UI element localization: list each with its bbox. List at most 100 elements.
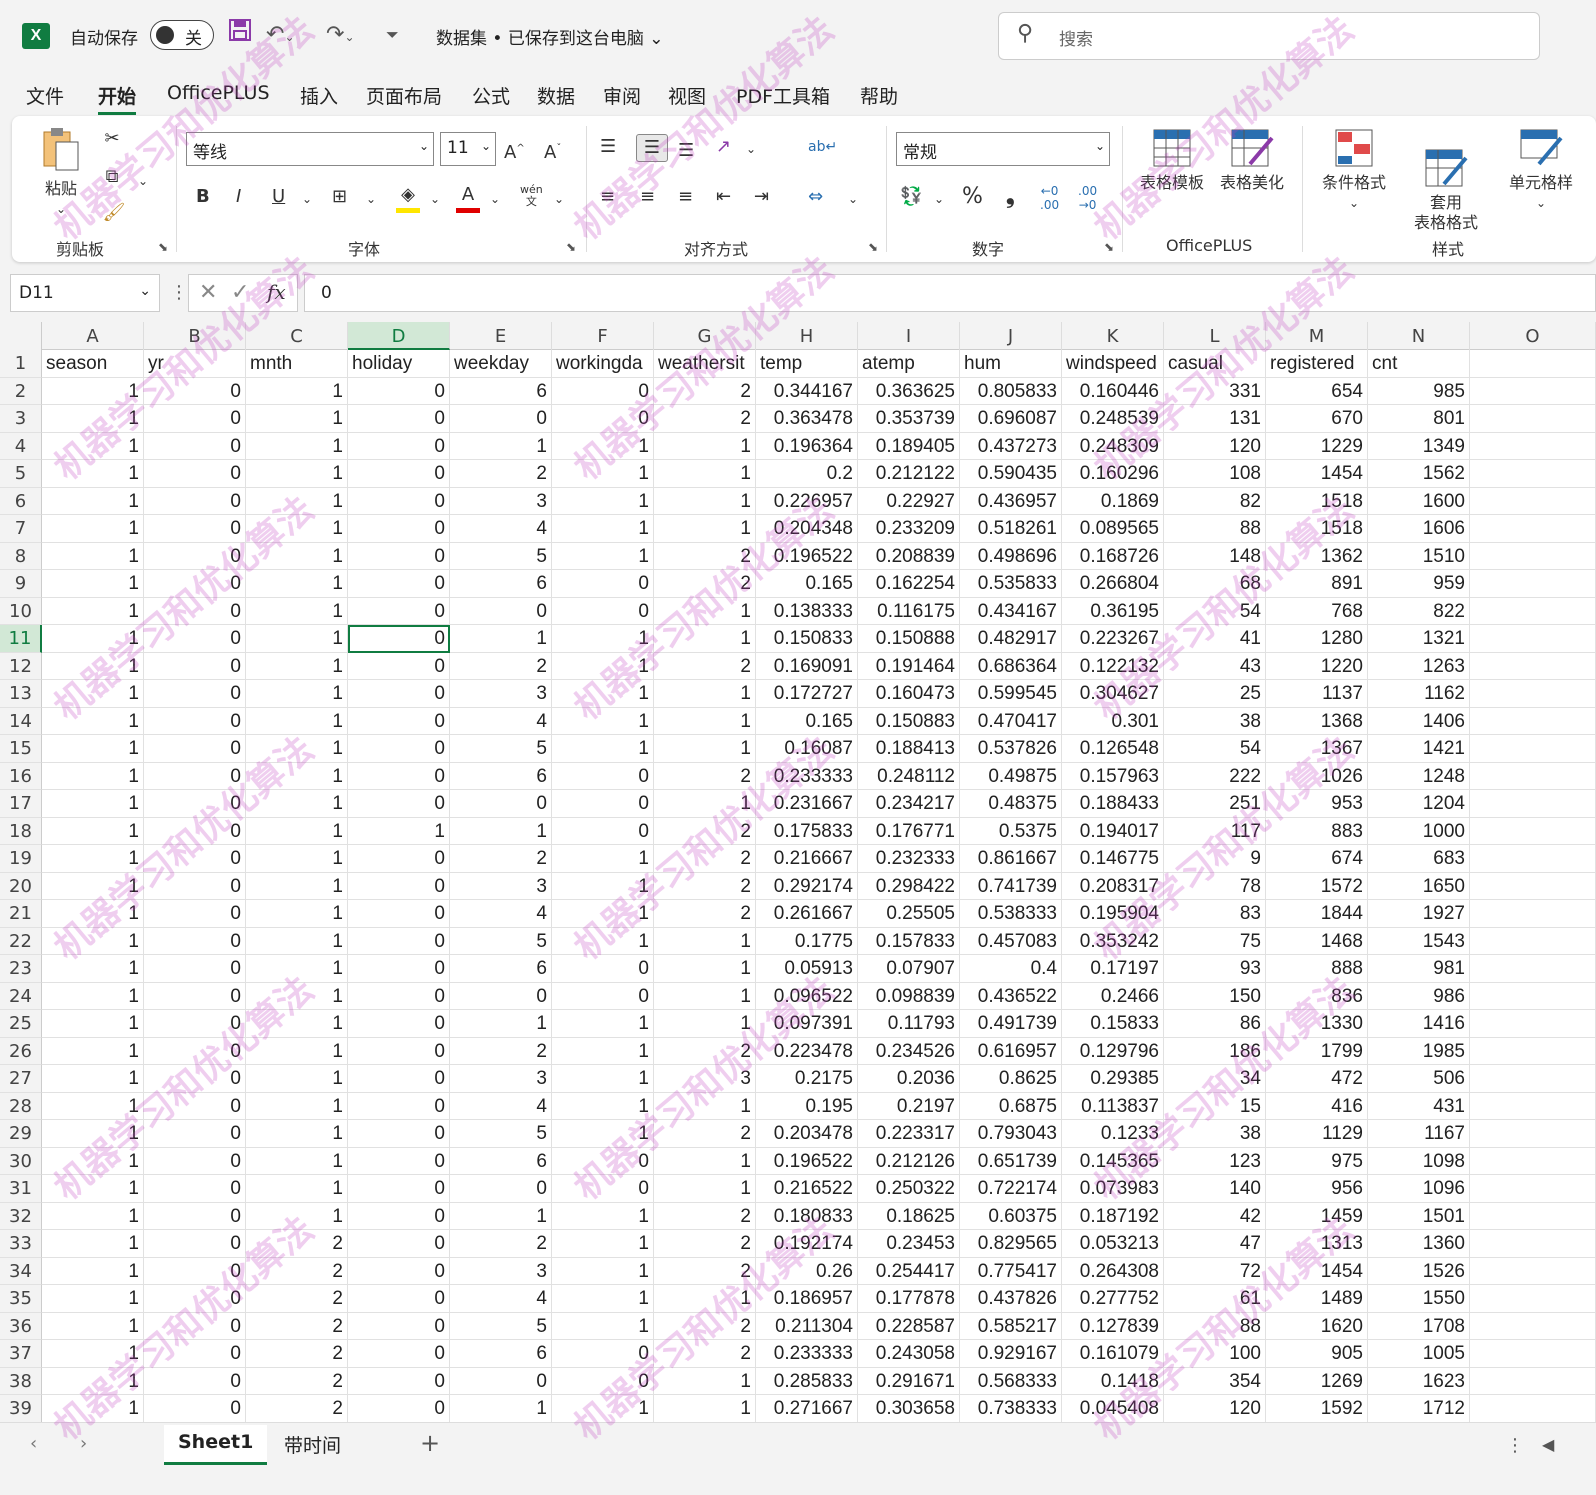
sheet-tab-sheet1[interactable]: Sheet1 — [164, 1425, 268, 1465]
cell-c33[interactable]: 2 — [246, 1230, 348, 1258]
cell-c30[interactable]: 1 — [246, 1147, 348, 1175]
cell-j1[interactable]: hum — [960, 350, 1062, 378]
row-header[interactable]: 6 — [0, 487, 42, 515]
tab-insert[interactable]: 插入 — [300, 82, 338, 109]
decrease-indent-icon[interactable]: ⇤ — [716, 184, 731, 210]
cell-h20[interactable]: 0.292174 — [756, 872, 858, 900]
cell-j19[interactable]: 0.861667 — [960, 845, 1062, 873]
row-header[interactable]: 20 — [0, 872, 42, 900]
cell-i36[interactable]: 0.228587 — [858, 1312, 960, 1340]
cell-e36[interactable]: 5 — [450, 1312, 552, 1340]
cell-a22[interactable]: 1 — [42, 927, 144, 955]
font-launcher-icon[interactable]: ⬊ — [566, 240, 576, 254]
enter-icon[interactable]: ✓ — [231, 280, 249, 305]
cell-h25[interactable]: 0.097391 — [756, 1010, 858, 1038]
cell-d19[interactable]: 0 — [348, 845, 450, 873]
row-header[interactable]: 10 — [0, 597, 42, 625]
cell-f16[interactable]: 0 — [552, 762, 654, 790]
cell-i9[interactable]: 0.162254 — [858, 570, 960, 598]
cell-g19[interactable]: 2 — [654, 845, 756, 873]
column-header-k[interactable]: K — [1062, 322, 1164, 350]
cell-a11[interactable]: 1 — [42, 625, 144, 653]
cell-f38[interactable]: 0 — [552, 1367, 654, 1395]
cell-k12[interactable]: 0.122132 — [1062, 652, 1164, 680]
cell-i16[interactable]: 0.248112 — [858, 762, 960, 790]
format-as-table-button[interactable]: 套用 表格格式 — [1398, 128, 1494, 253]
cell-j3[interactable]: 0.696087 — [960, 405, 1062, 433]
row-header[interactable]: 9 — [0, 570, 42, 598]
row-header[interactable]: 38 — [0, 1367, 42, 1395]
cell-k25[interactable]: 0.15833 — [1062, 1010, 1164, 1038]
cell-d10[interactable]: 0 — [348, 597, 450, 625]
cell-d1[interactable]: holiday — [348, 350, 450, 378]
cell-h18[interactable]: 0.175833 — [756, 817, 858, 845]
cell-i25[interactable]: 0.11793 — [858, 1010, 960, 1038]
cell-n19[interactable]: 683 — [1368, 845, 1470, 873]
cell-l18[interactable]: 117 — [1164, 817, 1266, 845]
cell-j25[interactable]: 0.491739 — [960, 1010, 1062, 1038]
cell-f37[interactable]: 0 — [552, 1340, 654, 1368]
cell-i35[interactable]: 0.177878 — [858, 1285, 960, 1313]
cell-m3[interactable]: 670 — [1266, 405, 1368, 433]
cell-o10[interactable] — [1470, 597, 1596, 625]
tab-home[interactable]: 开始 — [98, 82, 137, 115]
cell-c19[interactable]: 1 — [246, 845, 348, 873]
cell-j27[interactable]: 0.8625 — [960, 1065, 1062, 1093]
cell-o17[interactable] — [1470, 790, 1596, 818]
cell-n4[interactable]: 1349 — [1368, 432, 1470, 460]
cell-e33[interactable]: 2 — [450, 1230, 552, 1258]
cell-k14[interactable]: 0.301 — [1062, 707, 1164, 735]
orientation-dropdown-icon[interactable]: ⌄ — [746, 136, 756, 162]
cell-i1[interactable]: atemp — [858, 350, 960, 378]
row-header[interactable]: 15 — [0, 735, 42, 763]
cell-b12[interactable]: 0 — [144, 652, 246, 680]
tab-data[interactable]: 数据 — [537, 82, 575, 109]
cell-l17[interactable]: 251 — [1164, 790, 1266, 818]
cell-a15[interactable]: 1 — [42, 735, 144, 763]
column-header-d[interactable]: D — [348, 322, 450, 350]
cell-g38[interactable]: 1 — [654, 1367, 756, 1395]
cell-l14[interactable]: 38 — [1164, 707, 1266, 735]
cell-a4[interactable]: 1 — [42, 432, 144, 460]
cell-o31[interactable] — [1470, 1175, 1596, 1203]
cell-e14[interactable]: 4 — [450, 707, 552, 735]
cell-m32[interactable]: 1459 — [1266, 1202, 1368, 1230]
cell-b2[interactable]: 0 — [144, 377, 246, 405]
cell-e4[interactable]: 1 — [450, 432, 552, 460]
cell-e38[interactable]: 0 — [450, 1367, 552, 1395]
cell-e13[interactable]: 3 — [450, 680, 552, 708]
cell-d21[interactable]: 0 — [348, 900, 450, 928]
cell-k39[interactable]: 0.045408 — [1062, 1395, 1164, 1422]
cell-f25[interactable]: 1 — [552, 1010, 654, 1038]
cell-k5[interactable]: 0.160296 — [1062, 460, 1164, 488]
cell-n30[interactable]: 1098 — [1368, 1147, 1470, 1175]
cell-n7[interactable]: 1606 — [1368, 515, 1470, 543]
cell-h1[interactable]: temp — [756, 350, 858, 378]
cell-a3[interactable]: 1 — [42, 405, 144, 433]
cell-l7[interactable]: 88 — [1164, 515, 1266, 543]
cell-a1[interactable]: season — [42, 350, 144, 378]
cell-o8[interactable] — [1470, 542, 1596, 570]
increase-font-icon[interactable]: A^ — [504, 136, 525, 166]
cell-k24[interactable]: 0.2466 — [1062, 982, 1164, 1010]
cell-j22[interactable]: 0.457083 — [960, 927, 1062, 955]
cell-e18[interactable]: 1 — [450, 817, 552, 845]
cell-g16[interactable]: 2 — [654, 762, 756, 790]
cell-c7[interactable]: 1 — [246, 515, 348, 543]
cell-h8[interactable]: 0.196522 — [756, 542, 858, 570]
search-box[interactable]: ⚲ 搜索 — [998, 12, 1540, 60]
cell-o15[interactable] — [1470, 735, 1596, 763]
autosave-toggle[interactable]: 关 — [150, 20, 214, 50]
cell-g28[interactable]: 1 — [654, 1092, 756, 1120]
cell-l11[interactable]: 41 — [1164, 625, 1266, 653]
column-header-i[interactable]: I — [858, 322, 960, 350]
cell-d32[interactable]: 0 — [348, 1202, 450, 1230]
cell-o30[interactable] — [1470, 1147, 1596, 1175]
cell-j26[interactable]: 0.616957 — [960, 1037, 1062, 1065]
copy-icon[interactable]: ⧉ — [98, 164, 126, 190]
cell-c26[interactable]: 1 — [246, 1037, 348, 1065]
cell-i8[interactable]: 0.208839 — [858, 542, 960, 570]
cell-j20[interactable]: 0.741739 — [960, 872, 1062, 900]
cell-i6[interactable]: 0.22927 — [858, 487, 960, 515]
cell-g13[interactable]: 1 — [654, 680, 756, 708]
